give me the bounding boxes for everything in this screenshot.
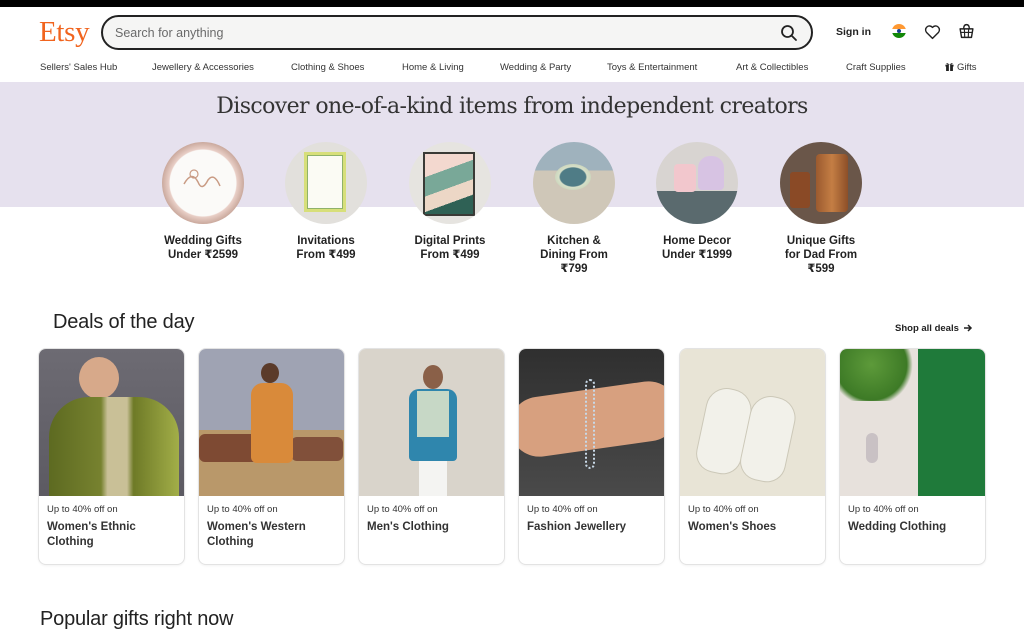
shop-all-deals-label: Shop all deals: [895, 323, 959, 334]
category-line3: ₹799: [560, 263, 588, 275]
category-image-art-print: [409, 142, 491, 224]
category-home-decor[interactable]: Home Decor Under ₹1999: [637, 142, 757, 262]
deal-prefix: Up to 40% off on: [367, 504, 438, 515]
category-image-wooden-mugs: [780, 142, 862, 224]
deal-name: Women's Shoes: [688, 521, 777, 533]
deal-name: Fashion Jewellery: [527, 521, 627, 533]
nav-item-clothing-shoes[interactable]: Clothing & Shoes: [291, 62, 364, 73]
category-invitations[interactable]: Invitations From ₹499: [266, 142, 386, 262]
nav-item-home-living[interactable]: Home & Living: [402, 62, 464, 73]
deal-image-womens-ethnic: [39, 349, 184, 496]
nav-item-craft-supplies[interactable]: Craft Supplies: [846, 62, 906, 73]
deal-card[interactable]: Up to 40% off on Men's Clothing: [358, 348, 505, 565]
nav-item-sellers-sales-hub[interactable]: Sellers' Sales Hub: [40, 62, 117, 73]
etsy-logo[interactable]: Etsy: [39, 16, 90, 49]
deal-prefix: Up to 40% off on: [688, 504, 759, 515]
category-wedding-gifts[interactable]: Wedding Gifts Under ₹2599: [143, 142, 263, 262]
search-button[interactable]: [779, 23, 799, 43]
category-kitchen-dining[interactable]: Kitchen & Dining From ₹799: [514, 142, 634, 276]
nav-item-art-collectibles[interactable]: Art & Collectibles: [736, 62, 808, 73]
window-top-bar: [0, 0, 1024, 7]
deal-image-fashion-jewellery: [519, 349, 664, 496]
category-line2: Under ₹2599: [167, 249, 238, 261]
deal-card[interactable]: Up to 40% off on Fashion Jewellery: [518, 348, 665, 565]
search-bar[interactable]: [101, 15, 813, 50]
category-line2: Dining From: [540, 249, 608, 261]
category-digital-prints[interactable]: Digital Prints From ₹499: [390, 142, 510, 262]
category-line1: Wedding Gifts: [164, 235, 242, 247]
deal-prefix: Up to 40% off on: [47, 504, 118, 515]
category-line1: Kitchen &: [547, 235, 601, 247]
deal-card[interactable]: Up to 40% off on Women's Shoes: [679, 348, 826, 565]
category-line1: Home Decor: [663, 235, 731, 247]
category-line2: From ₹499: [296, 249, 356, 261]
deal-prefix: Up to 40% off on: [527, 504, 598, 515]
deal-name: Women's Ethnic Clothing: [47, 521, 136, 548]
category-line2: for Dad From: [784, 249, 858, 261]
category-nav: Sellers' Sales Hub Jewellery & Accessori…: [0, 60, 1024, 82]
deal-name: Wedding Clothing: [848, 521, 947, 533]
india-flag-icon[interactable]: [892, 24, 906, 38]
basket-icon[interactable]: [958, 22, 975, 40]
nav-item-jewellery-accessories[interactable]: Jewellery & Accessories: [152, 62, 254, 73]
deal-card[interactable]: Up to 40% off on Women's Ethnic Clothing: [38, 348, 185, 565]
category-image-wedding-plate: [162, 142, 244, 224]
search-icon: [781, 25, 797, 41]
deal-image-womens-western: [199, 349, 344, 496]
deal-image-womens-shoes: [680, 349, 825, 496]
category-line1: Digital Prints: [414, 235, 486, 247]
category-gifts-for-dad[interactable]: Unique Gifts for Dad From ₹599: [761, 142, 881, 276]
nav-item-gifts-label: Gifts: [957, 62, 977, 73]
deal-name: Women's Western Clothing: [207, 521, 306, 548]
sign-in-link[interactable]: Sign in: [836, 26, 871, 38]
deal-image-wedding-clothing: [840, 349, 985, 496]
shop-all-deals-link[interactable]: Shop all deals: [895, 323, 973, 334]
deal-image-mens-clothing: [359, 349, 504, 496]
gift-icon: [945, 63, 954, 71]
category-line2: From ₹499: [420, 249, 480, 261]
category-image-invitation-card: [285, 142, 367, 224]
deal-name: Men's Clothing: [367, 521, 449, 533]
nav-item-wedding-party[interactable]: Wedding & Party: [500, 62, 571, 73]
nav-item-toys-entertainment[interactable]: Toys & Entertainment: [607, 62, 697, 73]
deal-card[interactable]: Up to 40% off on Women's Western Clothin…: [198, 348, 345, 565]
deal-card[interactable]: Up to 40% off on Wedding Clothing: [839, 348, 986, 565]
category-line2: Under ₹1999: [661, 249, 732, 261]
nav-item-gifts[interactable]: Gifts: [945, 62, 977, 73]
category-line1: Unique Gifts: [786, 235, 856, 247]
popular-gifts-title: Popular gifts right now: [40, 608, 234, 630]
category-image-decor-jars: [656, 142, 738, 224]
arrow-right-icon: [963, 324, 972, 332]
deal-prefix: Up to 40% off on: [207, 504, 278, 515]
category-line1: Invitations: [297, 235, 355, 247]
deals-title: Deals of the day: [53, 311, 195, 333]
category-image-ceramic-bowl: [533, 142, 615, 224]
search-input[interactable]: [115, 24, 755, 42]
deal-prefix: Up to 40% off on: [848, 504, 919, 515]
category-line3: ₹599: [807, 263, 835, 275]
heart-icon[interactable]: [924, 24, 941, 40]
hero-title: Discover one-of-a-kind items from indepe…: [216, 94, 808, 119]
